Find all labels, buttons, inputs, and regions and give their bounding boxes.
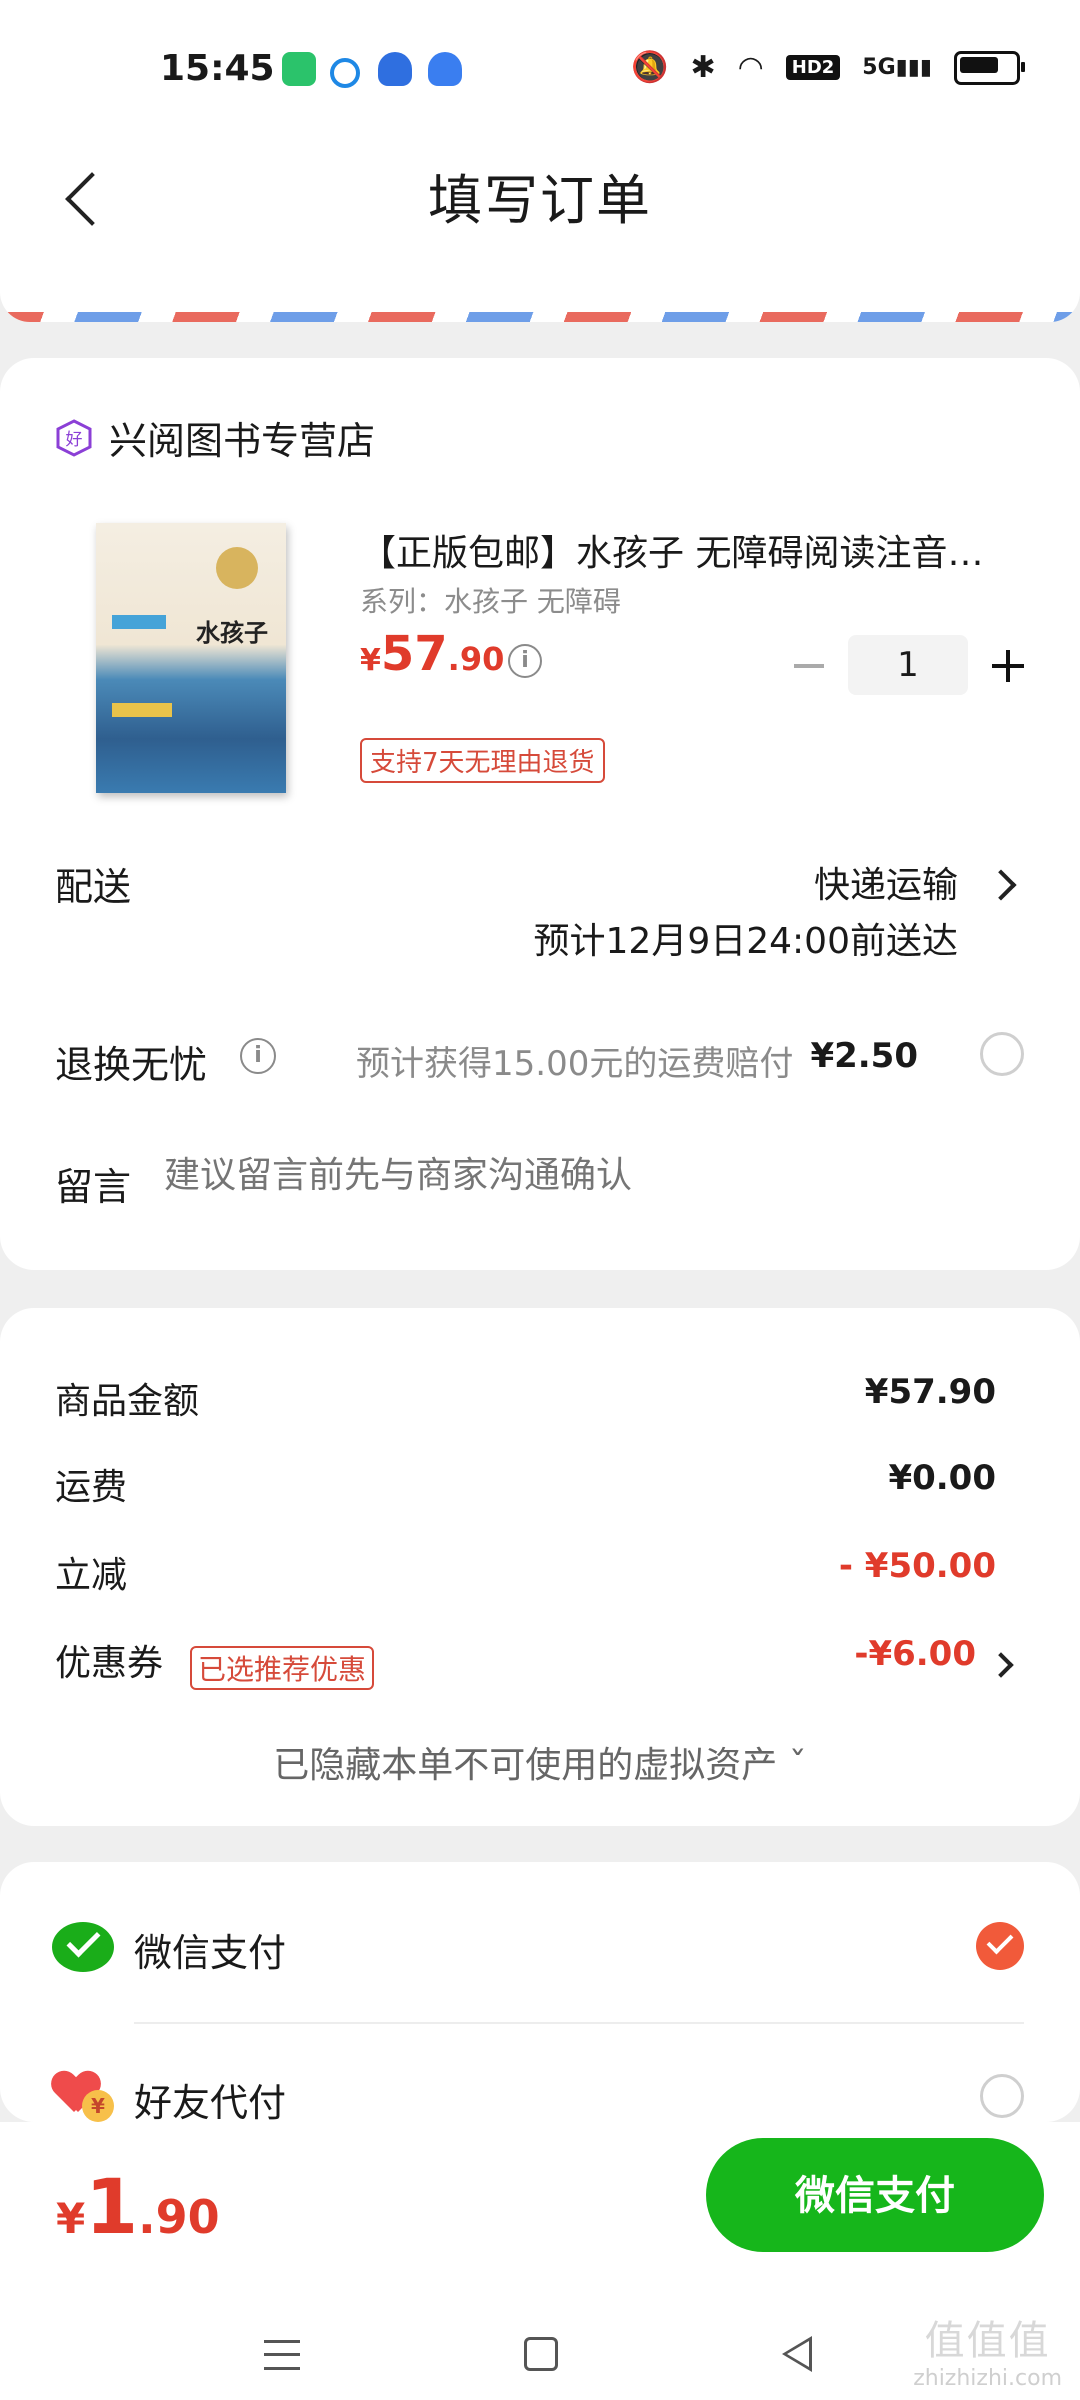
delivery-method[interactable]: 快递运输 [814, 856, 958, 908]
worry-free-toggle[interactable] [980, 1032, 1024, 1076]
book-tag [112, 703, 172, 717]
airmail-stripe-decoration [0, 312, 1080, 322]
store-name: 兴阅图书专营店 [109, 419, 376, 463]
svg-text:好: 好 [66, 430, 83, 450]
worry-free-price: ¥2.50 [810, 1036, 918, 1076]
goods-amount-value: ¥57.90 [864, 1372, 996, 1412]
watermark: 值值值 zhizhizhi.com [913, 2308, 1062, 2391]
nav-back-icon[interactable] [782, 2336, 812, 2372]
delivery-label: 配送 [55, 865, 132, 909]
mute-icon: 🔕 [631, 50, 669, 85]
goods-amount-label: 商品金额 [55, 1381, 200, 1422]
worry-free-desc: 预计获得15.00元的运费赔付 [356, 1044, 794, 1084]
address-stripe [0, 280, 1080, 322]
book-seal [216, 547, 258, 589]
nav-menu-icon[interactable] [264, 2340, 300, 2370]
order-item-card: 好 兴阅图书专营店 水孩子 【正版包邮】水孩子 无障碍阅读注音… 系列：水孩子 … [0, 358, 1080, 1270]
status-bar: 15:45 🔕 ✱ ◠ HD2 5G▮▮▮ [0, 0, 1080, 120]
divider [134, 2022, 1024, 2024]
coupon-badge: 已选推荐优惠 [190, 1646, 375, 1690]
total-integer: 1 [85, 2162, 139, 2251]
messages-app-icon [282, 52, 316, 86]
wechat-pay-button[interactable]: 微信支付 [706, 2138, 1044, 2252]
checkout-bar: ¥ 1 .90 微信支付 值值值 zhizhizhi.com [0, 2122, 1080, 2400]
baidu-app-icon [378, 52, 412, 86]
total-price: ¥ 1 .90 [56, 2162, 220, 2251]
order-page: 15:45 🔕 ✱ ◠ HD2 5G▮▮▮ 填写订单 好 兴阅图书专营店 水孩子… [0, 0, 1080, 2400]
discount-label: 立减 [55, 1555, 128, 1596]
shipping-label: 运费 [55, 1467, 128, 1508]
yen-coin-icon: ¥ [82, 2090, 114, 2122]
product-title[interactable]: 【正版包邮】水孩子 无障碍阅读注音… [360, 524, 1020, 576]
price-summary-card: 商品金额 ¥57.90 运费 ¥0.00 立减 - ¥50.00 优惠券 已选推… [0, 1308, 1080, 1826]
price-currency: ¥ [360, 643, 381, 678]
product-image[interactable]: 水孩子 [96, 523, 286, 793]
status-time: 15:45 [160, 48, 275, 89]
wifi-icon: ◠ [737, 50, 764, 85]
message-label: 留言 [55, 1165, 132, 1209]
discount-value: - ¥50.00 [838, 1546, 996, 1586]
battery-icon [954, 50, 1025, 85]
chevron-right-icon[interactable] [988, 1652, 1014, 1678]
signal-icon: 5G▮▮▮ [862, 55, 932, 80]
network-type: 5G [862, 55, 896, 80]
payment-method-card: 微信支付 ¥ 好友代付 [0, 1862, 1080, 2125]
book-cover-title: 水孩子 [196, 619, 268, 647]
hidden-assets-toggle[interactable]: 已隐藏本单不可使用的虚拟资产 ˇ [0, 1736, 1080, 1788]
chevron-right-icon[interactable] [985, 869, 1017, 901]
total-decimal: .90 [138, 2190, 220, 2244]
page-title: 填写订单 [428, 169, 652, 232]
page-header: 填写订单 [0, 120, 1080, 280]
message-input[interactable] [162, 1154, 966, 1197]
coupon-value[interactable]: -¥6.00 [854, 1634, 976, 1674]
quantity-value[interactable]: 1 [848, 635, 968, 695]
status-icons: 🔕 ✱ ◠ HD2 5G▮▮▮ [631, 50, 1025, 85]
wechat-pay-option[interactable]: 微信支付 [134, 1922, 286, 1977]
watermark-logo: 值值值 [924, 2318, 1051, 2364]
friend-pay-option[interactable]: 好友代付 [134, 2072, 286, 2127]
baidu-lite-app-icon [428, 52, 462, 86]
total-currency: ¥ [56, 2194, 86, 2243]
book-tag [112, 615, 166, 629]
bluetooth-icon: ✱ [690, 50, 716, 85]
quantity-increase-button[interactable] [988, 646, 1028, 686]
store-header[interactable]: 好 兴阅图书专营店 [55, 410, 375, 465]
price-integer: 57 [380, 626, 448, 682]
hd-icon: HD2 [785, 55, 841, 80]
quantity-decrease-button[interactable] [790, 646, 830, 686]
friend-pay-icon: ¥ [52, 2066, 114, 2122]
product-series: 系列：水孩子 无障碍 [360, 585, 621, 618]
worry-free-label: 退换无忧 [55, 1043, 208, 1087]
return-policy-badge: 支持7天无理由退货 [360, 738, 605, 783]
browser-app-icon [330, 58, 360, 88]
product-price: ¥ 57 .90 [360, 626, 504, 682]
shipping-value: ¥0.00 [888, 1458, 996, 1498]
store-good-icon: 好 [56, 418, 92, 457]
wechat-pay-selected-icon[interactable] [976, 1922, 1024, 1970]
wechat-pay-icon [52, 1918, 114, 1974]
delivery-eta: 预计12月9日24:00前送达 [533, 921, 958, 962]
nav-home-icon[interactable] [524, 2337, 558, 2371]
price-info-icon[interactable]: i [508, 644, 542, 678]
friend-pay-radio[interactable] [980, 2074, 1024, 2118]
coupon-label: 优惠券 [55, 1643, 164, 1684]
price-decimal: .90 [447, 640, 505, 678]
worry-free-info-icon[interactable]: i [240, 1038, 276, 1074]
watermark-site: zhizhizhi.com [913, 2366, 1062, 2391]
